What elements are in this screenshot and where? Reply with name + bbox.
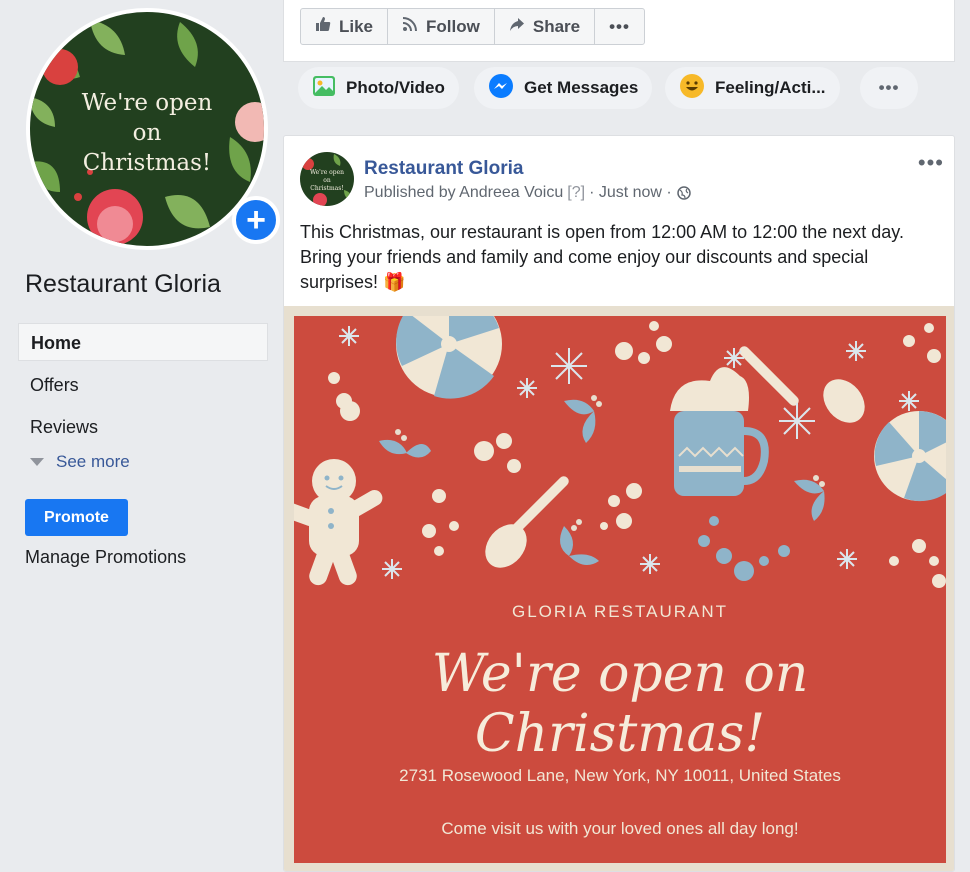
profile-picture-wrap: We're open on Christmas! + xyxy=(26,8,280,250)
manage-promotions-link[interactable]: Manage Promotions xyxy=(25,547,186,568)
like-button[interactable]: Like xyxy=(300,8,389,45)
get-messages-button[interactable]: Get Messages xyxy=(474,67,653,109)
post-body: This Christmas, our restaurant is open f… xyxy=(300,222,904,292)
svg-text:We're open: We're open xyxy=(310,169,344,176)
page-title: Restaurant Gloria xyxy=(25,270,221,298)
svg-text:on: on xyxy=(323,177,331,184)
post-author-name[interactable]: Restaurant Gloria xyxy=(364,158,523,180)
nav-item-offers[interactable]: Offers xyxy=(18,365,268,407)
page-actions-bar: Like Follow Share ••• xyxy=(300,8,645,45)
svg-text:Christmas!: Christmas! xyxy=(310,185,344,192)
page-nav: Home Offers Reviews xyxy=(18,323,268,449)
share-icon xyxy=(509,16,525,37)
smiley-icon xyxy=(679,73,705,104)
flyer-invite: Come visit us with your loved ones all d… xyxy=(441,819,799,838)
nav-item-home[interactable]: Home xyxy=(18,323,268,361)
plus-icon: + xyxy=(246,201,266,239)
flyer: GLORIA RESTAURANT We're open on Christma… xyxy=(294,316,946,863)
post-options-button[interactable]: ••• xyxy=(918,150,944,176)
chevron-down-icon xyxy=(30,458,44,466)
post-timestamp[interactable]: · Just now · xyxy=(589,184,672,202)
flyer-brand: GLORIA RESTAURANT xyxy=(512,602,728,621)
share-button[interactable]: Share xyxy=(493,8,596,45)
post-author-avatar[interactable]: We're open on Christmas! xyxy=(300,152,354,206)
more-icon: ••• xyxy=(917,150,944,175)
rss-icon xyxy=(402,16,418,37)
post-publisher: Published by Andreea Voicu xyxy=(364,184,564,201)
nav-item-reviews[interactable]: Reviews xyxy=(18,407,268,449)
globe-icon xyxy=(677,186,691,200)
profile-picture-text: We're open on Christmas! xyxy=(81,90,213,176)
photo-icon xyxy=(312,74,336,103)
post-image[interactable]: GLORIA RESTAURANT We're open on Christma… xyxy=(284,306,954,871)
more-icon: ••• xyxy=(609,16,630,36)
follow-button[interactable]: Follow xyxy=(387,8,495,45)
add-profile-photo-button[interactable]: + xyxy=(232,196,280,244)
flyer-headline: We're open on Christmas! xyxy=(431,644,809,764)
flyer-address: 2731 Rosewood Lane, New York, NY 10011, … xyxy=(399,766,841,785)
photo-video-button[interactable]: Photo/Video xyxy=(298,67,459,109)
feeling-activity-button[interactable]: Feeling/Acti... xyxy=(665,67,840,109)
messenger-icon xyxy=(488,73,514,104)
more-actions-button[interactable]: ••• xyxy=(594,8,645,45)
more-icon: ••• xyxy=(878,78,900,97)
post-meta: Published by Andreea Voicu [?] · Just no… xyxy=(364,184,691,202)
see-more-link[interactable]: See more xyxy=(30,452,130,472)
promote-button[interactable]: Promote xyxy=(25,499,128,536)
thumbs-up-icon xyxy=(315,16,331,37)
help-marker[interactable]: [?] xyxy=(567,184,585,202)
page-actions-card: Like Follow Share ••• xyxy=(283,0,955,62)
more-composer-button[interactable]: ••• xyxy=(860,67,918,109)
post-card: We're open on Christmas! Restaurant Glor… xyxy=(283,135,955,872)
